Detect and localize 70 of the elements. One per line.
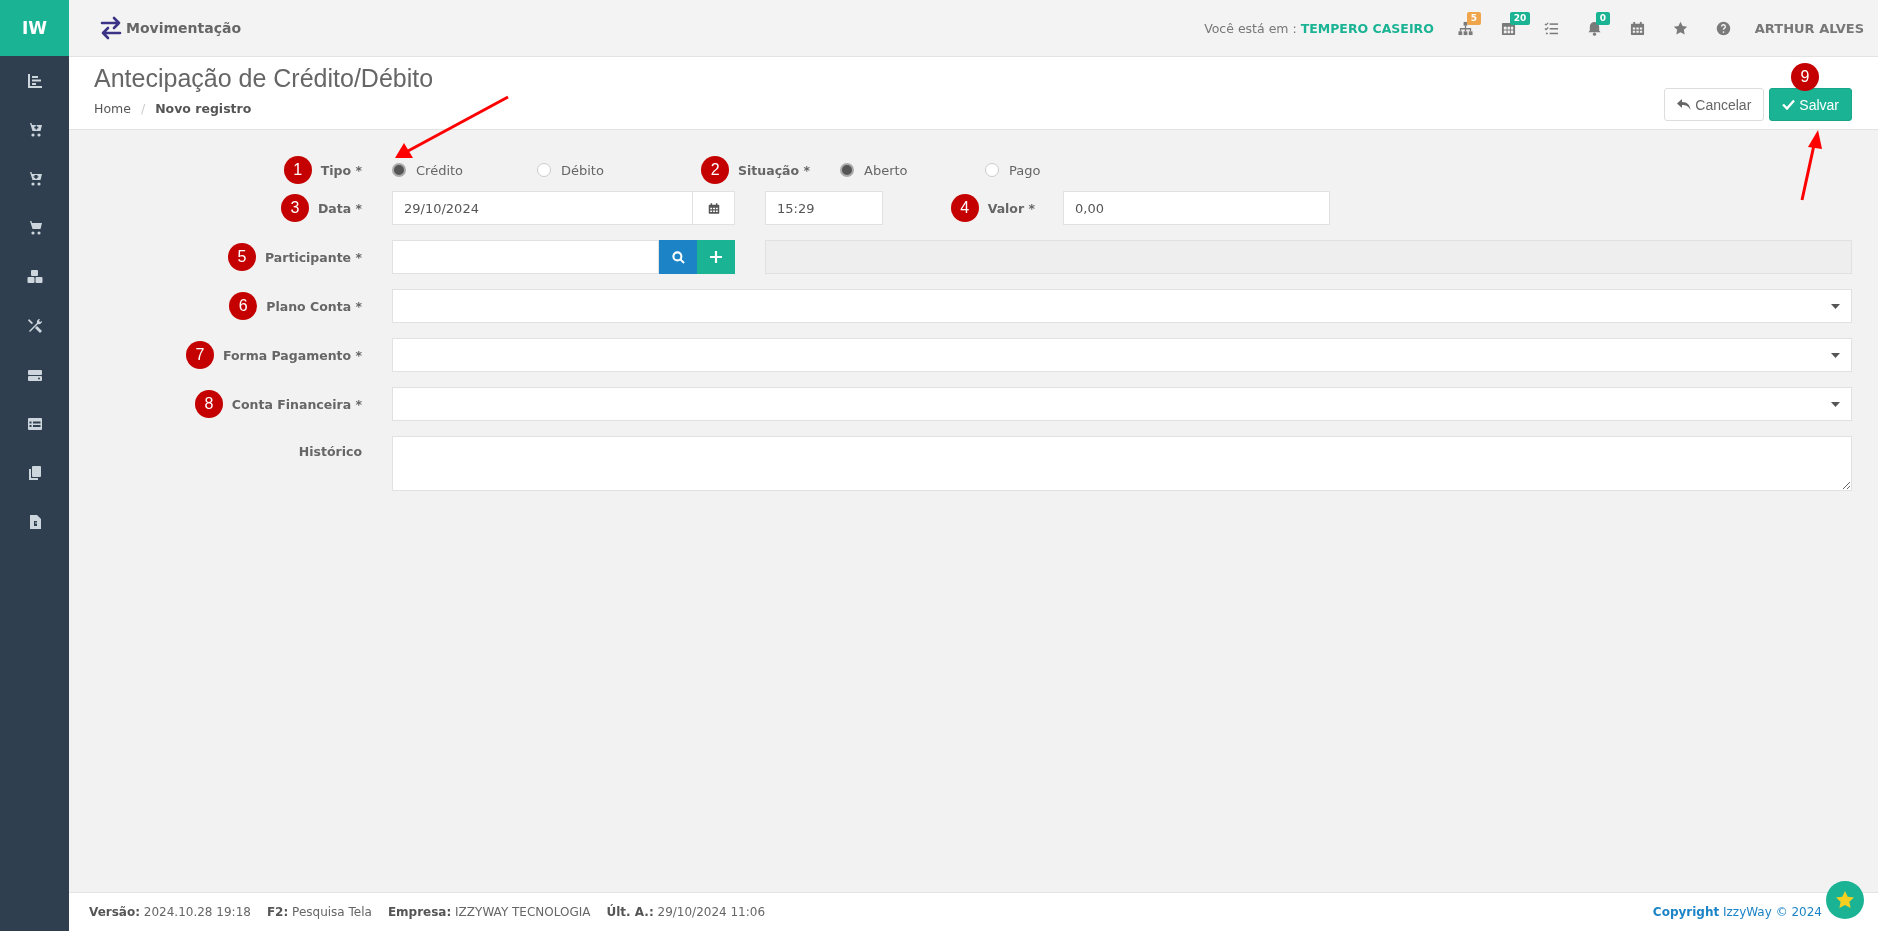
module-title: Movimentação (126, 20, 242, 36)
cubes-icon[interactable] (26, 268, 43, 285)
footer-info: Versão: 2024.10.28 19:18 (89, 905, 251, 919)
select-field[interactable] (392, 289, 1852, 323)
radio-option[interactable]: Débito (537, 162, 682, 178)
step-marker: 6 (229, 292, 258, 320)
footer-info: Últ. A.: 29/10/2024 11:06 (606, 905, 766, 919)
add-button[interactable] (697, 240, 735, 274)
date-field[interactable]: 29/10/2024 (392, 191, 693, 225)
count-badge: 0 (1595, 11, 1611, 25)
field-label: Valor * (987, 200, 1035, 216)
field-label: Forma Pagamento * (222, 347, 362, 363)
calendar-button[interactable] (693, 191, 735, 225)
checkmark-icon (1782, 99, 1796, 110)
swap-arrows-icon (99, 16, 123, 40)
user-name[interactable]: ARTHUR ALVES (1754, 20, 1864, 36)
field-label: Tipo * (320, 162, 362, 178)
breadcrumb-separator: / (140, 101, 146, 116)
step-marker: 7 (185, 341, 214, 369)
step-marker: 5 (228, 243, 256, 271)
field-label: Situação * (738, 162, 810, 178)
breadcrumb-link[interactable]: Home (94, 101, 131, 116)
step-marker: 9 (1791, 63, 1819, 91)
copyright-text: Copyright IzzyWay © 2024 (1652, 905, 1822, 919)
field-label: Histórico (298, 444, 362, 459)
calendar-icon (707, 201, 720, 215)
field-label: Data * (317, 200, 362, 216)
cancel-button[interactable]: Cancelar (1664, 88, 1765, 121)
grid-icon[interactable] (1500, 20, 1516, 36)
checklist-icon[interactable] (1543, 20, 1559, 36)
select-field[interactable] (392, 338, 1852, 372)
step-marker: 4 (950, 194, 979, 222)
amount-field[interactable]: 0,00 (1063, 191, 1330, 225)
plus-icon (710, 251, 722, 263)
location-label: Você está em : (1204, 20, 1297, 36)
bar-chart-icon[interactable] (26, 72, 43, 89)
step-marker: 8 (194, 390, 223, 418)
caret-down-icon (1831, 401, 1840, 407)
undo-arrow-icon (1677, 98, 1692, 111)
calendar-icon[interactable] (1629, 20, 1645, 36)
footer-info: F2: Pesquisa Tela (266, 905, 372, 919)
breadcrumb-current: Novo registro (155, 101, 252, 116)
annotation-arrow (1800, 130, 1822, 201)
table-icon[interactable] (26, 415, 43, 432)
search-icon (671, 250, 685, 264)
page-title: Antecipação de Crédito/Débito (94, 64, 434, 93)
star-icon[interactable] (1672, 20, 1688, 36)
footer-info: Empresa: IZZYWAY TECNOLOGIA (387, 905, 591, 919)
radio-option[interactable]: Aberto (840, 162, 985, 178)
count-badge: 20 (1509, 11, 1531, 25)
count-badge: 5 (1466, 11, 1482, 25)
tools-icon[interactable] (26, 317, 43, 334)
caret-down-icon (1831, 352, 1840, 358)
search-button[interactable] (659, 240, 697, 274)
help-icon[interactable] (1715, 20, 1731, 36)
radio-option[interactable]: Crédito (392, 162, 537, 178)
step-marker: 3 (280, 194, 309, 222)
sitemap-icon[interactable] (1457, 20, 1473, 36)
field-label: Participante * (265, 249, 362, 265)
step-marker: 1 (283, 156, 312, 184)
field-label: Conta Financeira * (231, 396, 362, 412)
step-marker: 2 (701, 156, 730, 184)
field-label: Plano Conta * (266, 298, 362, 314)
select-field[interactable] (392, 387, 1852, 421)
copy-icon[interactable] (26, 464, 43, 481)
star-icon (1835, 890, 1855, 910)
time-field[interactable]: 15:29 (765, 191, 883, 225)
radio-option[interactable]: Pago (985, 162, 1130, 178)
participant-field[interactable] (392, 240, 659, 274)
caret-down-icon (1831, 303, 1840, 309)
